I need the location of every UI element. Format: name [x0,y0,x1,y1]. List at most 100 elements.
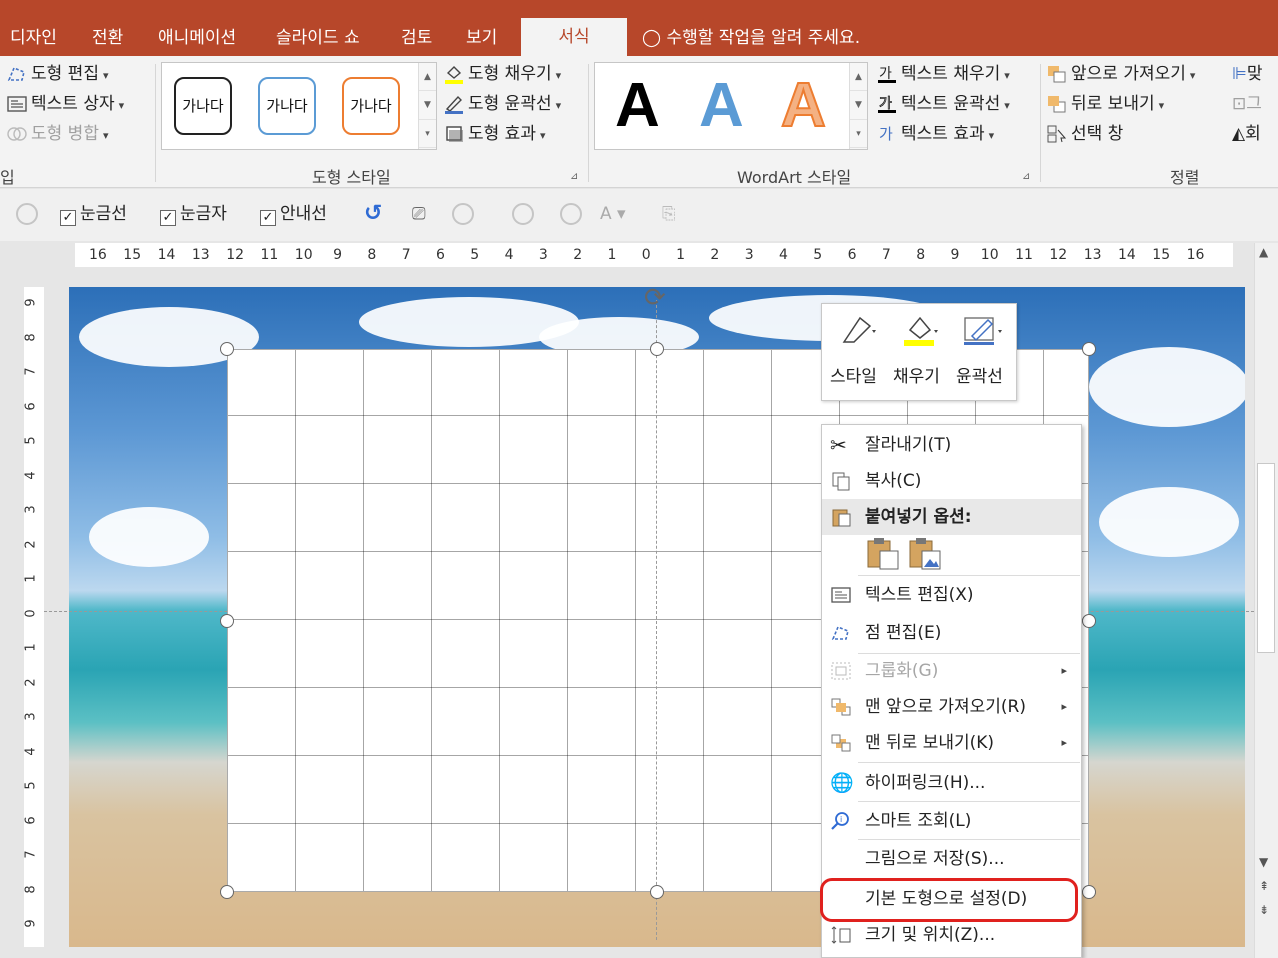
pen-icon[interactable] [962,312,1006,348]
outline-label[interactable]: 윤곽선 [956,362,1003,387]
shape-union-icon[interactable] [452,203,474,225]
chevron-up-icon[interactable]: ▲ [850,63,867,92]
resize-handle-top[interactable] [650,342,664,356]
tab-view[interactable]: 보기 [466,24,497,52]
resize-handle-bottom[interactable] [650,885,664,899]
previous-slide-icon[interactable]: ⇞ [1259,879,1269,893]
guides-checkbox[interactable]: ✓ 안내선 [260,201,327,227]
selection-pane-button[interactable]: 선택 창 [1046,122,1123,146]
ruler-checkbox[interactable]: ✓ 눈금자 [160,201,227,227]
menu-item-copy[interactable]: 복사(C) [822,463,1081,499]
menu-item-bring-to-front[interactable]: 맨 앞으로 가져오기(R) ▸ [822,689,1081,725]
align-button[interactable]: ⊫맞 [1232,62,1262,86]
menu-item-edit-text[interactable]: 텍스트 편집(X) [822,577,1081,613]
paste-icon[interactable]: ⎘ [662,201,676,227]
menu-item-hyperlink[interactable]: 🌐 하이퍼링크(H)... [822,765,1081,801]
font-color-icon[interactable]: A ▾ [600,201,626,227]
resize-handle-top-left[interactable] [220,342,234,356]
dialog-launcher-icon[interactable]: ⊿ [570,171,578,182]
vertical-scrollbar[interactable]: ▲ ▼ ⇞ ⇟ [1254,243,1278,958]
menu-item-group[interactable]: 그룹화(G) ▸ [822,653,1081,689]
shape-effects-button[interactable]: 도형 효과 ▾ [443,122,546,146]
tell-me-box[interactable]: ◯ 수행할 작업을 알려 주세요. [642,24,860,52]
text-fill-icon: 가 [878,66,896,83]
resize-handle-bottom-right[interactable] [1082,885,1096,899]
menu-item-send-to-back[interactable]: 맨 뒤로 보내기(K) ▸ [822,725,1081,761]
shape-fill-button[interactable]: 도형 채우기 ▾ [443,62,561,86]
menu-item-smart-lookup[interactable]: i 스마트 조회(L) [822,803,1081,839]
text-effects-icon: 가 [879,125,893,143]
slideshow-from-here-icon[interactable]: ⎚ [412,201,426,227]
text-fill-button[interactable]: 가 텍스트 채우기 ▾ [876,62,1010,86]
dialog-launcher-icon[interactable]: ⊿ [1022,171,1030,182]
edit-shape-button[interactable]: 도형 편집 ▾ [6,62,109,86]
tab-animations[interactable]: 애니메이션 [158,24,236,52]
shape-combine-icon[interactable] [560,203,582,225]
style-label[interactable]: 스타일 [830,362,877,387]
gallery-scroll[interactable]: ▲ ▼ ▾ [849,63,867,149]
ruler-tick-label: 6 [23,401,39,411]
reset-icon[interactable]: ↺ [364,201,382,227]
resize-handle-top-right[interactable] [1082,342,1096,356]
chevron-down-icon: ▾ [118,99,125,112]
tab-transitions[interactable]: 전환 [92,24,123,52]
size-position-icon [831,926,851,944]
wordart-gallery[interactable]: A A A ▲ ▼ ▾ [594,62,868,150]
menu-item-label: 크기 및 위치(Z)... [865,925,996,945]
gallery-scroll[interactable]: ▲ ▼ ▾ [418,63,436,149]
paint-bucket-icon[interactable] [902,312,942,348]
chevron-up-icon[interactable]: ▲ [419,63,436,92]
scroll-up-icon[interactable]: ▲ [1259,245,1268,259]
resize-handle-left[interactable] [220,614,234,628]
wordart-sample-3[interactable]: A [780,70,827,141]
tab-review[interactable]: 검토 [401,24,432,52]
chevron-down-icon: ▾ [1189,69,1196,82]
style-icon[interactable] [840,312,880,348]
paste-as-picture-icon[interactable] [908,537,944,571]
merge-shapes-icon[interactable] [16,203,38,225]
tab-format[interactable]: 서식 [521,18,627,56]
more-icon[interactable]: ▾ [419,120,436,149]
send-backward-label: 뒤로 보내기 [1071,94,1155,114]
menu-item-cut[interactable]: ✂ 잘라내기(T) [822,427,1081,463]
wordart-sample-2[interactable]: A [699,71,744,141]
next-slide-icon[interactable]: ⇟ [1259,903,1269,917]
shape-outline-button[interactable]: 도형 윤곽선 ▾ [443,92,561,116]
text-box-button[interactable]: 텍스트 상자 ▾ [6,92,124,116]
chevron-down-icon[interactable]: ▼ [850,91,867,120]
menu-item-save-as-picture[interactable]: 그림으로 저장(S)... [822,841,1081,877]
chevron-down-icon[interactable]: ▼ [419,91,436,120]
gridlines-checkbox[interactable]: ✓ 눈금선 [60,201,127,227]
rotate-handle-icon[interactable]: ⟳ [644,283,666,313]
wordart-sample-1[interactable]: A [615,71,660,141]
shape-intersect-icon[interactable] [512,203,534,225]
menu-item-size-position[interactable]: 크기 및 위치(Z)... [822,917,1081,953]
ruler-tick-label: 12 [226,247,245,263]
merge-shapes-button[interactable]: 도형 병합 ▾ [6,122,109,146]
paste-keep-format-icon[interactable] [866,537,902,571]
more-icon[interactable]: ▾ [850,120,867,149]
shape-styles-gallery[interactable]: 가나다 가나다 가나다 ▲ ▼ ▾ [161,62,437,150]
text-outline-button[interactable]: 가 텍스트 윤곽선 ▾ [876,92,1010,116]
text-effects-button[interactable]: 가 텍스트 효과 ▾ [876,122,994,146]
group-objects-button[interactable]: ⊡그 [1232,92,1262,116]
menu-item-edit-points[interactable]: 점 편집(E) [822,615,1081,651]
scroll-down-icon[interactable]: ▼ [1259,855,1268,869]
vertical-guide[interactable] [656,300,657,940]
shape-style-sample-3[interactable]: 가나다 [342,77,400,135]
rotate-icon: ◭ [1232,124,1246,144]
shape-style-sample-1[interactable]: 가나다 [174,77,232,135]
rotate-button[interactable]: ◭회 [1232,122,1261,146]
fill-label[interactable]: 채우기 [893,362,940,387]
chevron-down-icon: ▾ [555,99,562,112]
ruler-tick-label: 7 [401,247,411,263]
shape-style-sample-2[interactable]: 가나다 [258,77,316,135]
resize-handle-right[interactable] [1082,614,1096,628]
tab-design[interactable]: 디자인 [10,24,57,52]
bring-forward-button[interactable]: 앞으로 가져오기 ▾ [1046,62,1195,86]
resize-handle-bottom-left[interactable] [220,885,234,899]
scrollbar-thumb[interactable] [1257,463,1275,653]
send-backward-button[interactable]: 뒤로 보내기 ▾ [1046,92,1164,116]
title-bar [0,0,1278,18]
tab-slideshow[interactable]: 슬라이드 쇼 [276,24,360,52]
